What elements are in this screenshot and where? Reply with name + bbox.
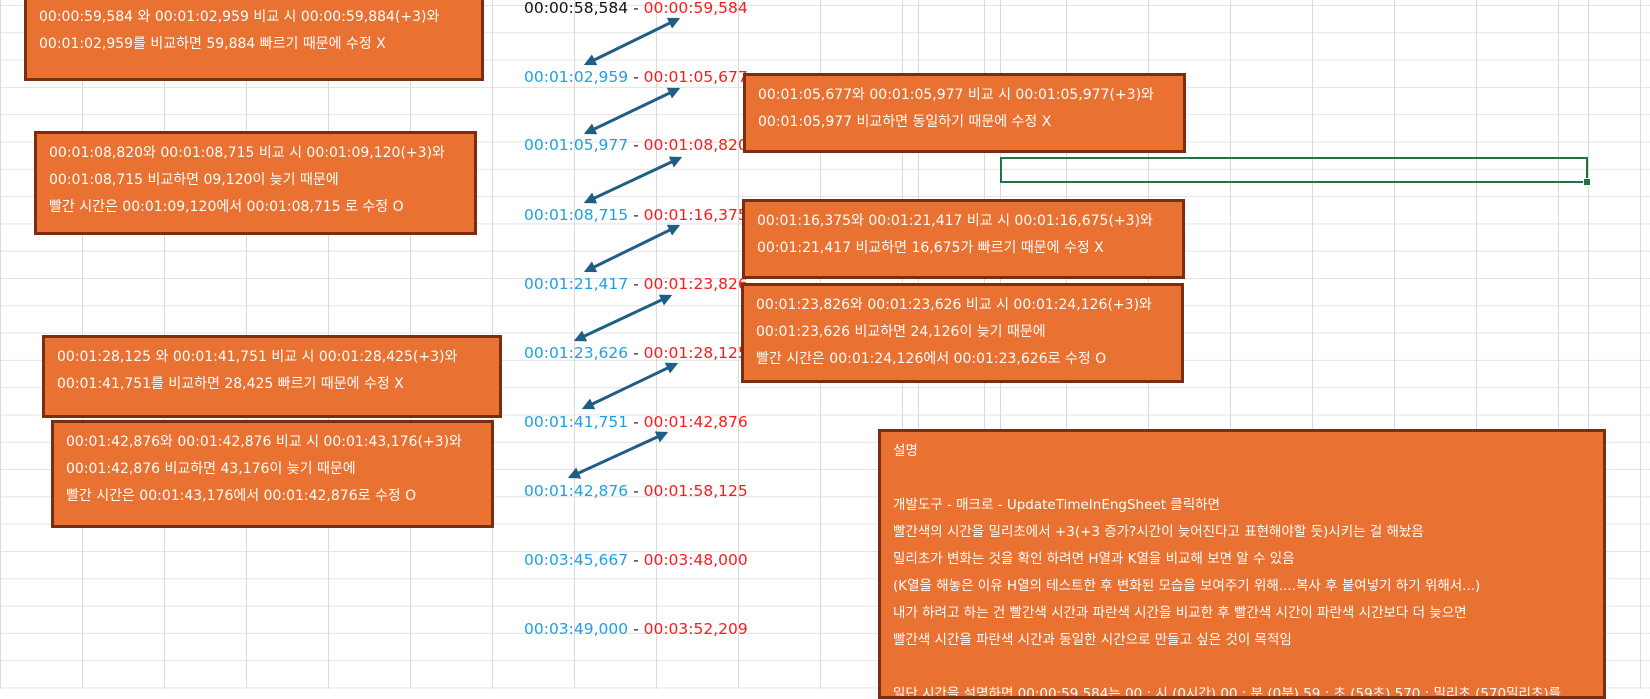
description-line: (K열을 해놓은 이유 H열의 테스트한 후 변화된 모습을 보여주기 위해..… <box>893 578 1481 594</box>
description-line: 일단 시간을 설명하면 00:00:59,584는 00 : 시 (0시간) 0… <box>893 686 1562 699</box>
description-line: 빨간색의 시간을 밀리초에서 +3(+3 증가?시간이 늦어진다고 표현해야할 … <box>893 524 1424 540</box>
note-line: 빨간 시간은 00:01:09,120에서 00:01:08,715 로 수정 … <box>49 199 404 215</box>
note-box-7[interactable]: 00:01:42,876와 00:01:42,876 비교 시 00:01:43… <box>51 420 494 528</box>
selected-cell[interactable] <box>1000 157 1588 183</box>
description-line: 밀리초가 변화는 것을 확인 하려면 H열과 K열을 비교해 보면 알 수 있음 <box>893 551 1295 567</box>
note-line: 00:01:41,751를 비교하면 28,425 빠르기 때문에 수정 X <box>57 376 404 392</box>
description-line <box>893 465 1591 492</box>
note-line: 00:01:05,977 비교하면 동일하기 때문에 수정 X <box>758 114 1052 130</box>
description-line: 빨간색 시간을 파란색 시간과 동일한 시간으로 만들고 싶은 것이 목적임 <box>893 632 1292 648</box>
note-line: 00:01:28,125 와 00:01:41,751 비교 시 00:01:2… <box>57 349 458 365</box>
note-line: 00:01:05,677와 00:01:05,977 비교 시 00:01:05… <box>758 87 1154 103</box>
note-box-2[interactable]: 00:01:05,677와 00:01:05,977 비교 시 00:01:05… <box>743 73 1186 153</box>
description-line: 개발도구 - 매크로 - UpdateTimeInEngSheet 클릭하면 <box>893 497 1220 513</box>
note-line: 00:01:08,820와 00:01:08,715 비교 시 00:01:09… <box>49 145 445 161</box>
note-box-4[interactable]: 00:01:16,375와 00:01:21,417 비교 시 00:01:16… <box>742 199 1185 279</box>
fill-handle[interactable] <box>1583 178 1591 186</box>
note-line: 00:01:42,876 비교하면 43,176이 늦기 때문에 <box>66 461 356 477</box>
description-line: 내가 하려고 하는 건 빨간색 시간과 파란색 시간을 비교한 후 빨간색 시간… <box>893 605 1467 621</box>
arrow[interactable] <box>583 17 681 66</box>
description-title: 설명 <box>893 443 918 459</box>
description-box[interactable]: 설명 개발도구 - 매크로 - UpdateTimeInEngSheet 클릭하… <box>878 429 1606 699</box>
note-line: 00:01:42,876와 00:01:42,876 비교 시 00:01:43… <box>66 434 462 450</box>
note-line: 00:01:21,417 비교하면 16,675가 빠르기 때문에 수정 X <box>757 240 1104 256</box>
note-line: 00:00:59,584 와 00:01:02,959 비교 시 00:00:5… <box>39 9 440 25</box>
note-line: 빨간 시간은 00:01:24,126에서 00:01:23,626로 수정 O <box>756 351 1107 367</box>
arrow[interactable] <box>583 87 681 135</box>
note-line: 빨간 시간은 00:01:43,176에서 00:01:42,876로 수정 O <box>66 488 417 504</box>
note-box-3[interactable]: 00:01:08,820와 00:01:08,715 비교 시 00:01:09… <box>34 131 477 235</box>
note-box-6[interactable]: 00:01:28,125 와 00:01:41,751 비교 시 00:01:2… <box>42 335 502 418</box>
arrow[interactable] <box>583 156 683 204</box>
note-box-5[interactable]: 00:01:23,826와 00:01:23,626 비교 시 00:01:24… <box>741 283 1184 383</box>
note-line: 00:01:02,959를 비교하면 59,884 빠르기 때문에 수정 X <box>39 36 386 52</box>
arrow[interactable] <box>583 224 681 273</box>
arrow[interactable] <box>573 294 673 342</box>
arrow[interactable] <box>567 431 669 479</box>
note-box-1[interactable]: 00:00:59,584 와 00:01:02,959 비교 시 00:00:5… <box>24 0 484 81</box>
note-line: 00:01:23,626 비교하면 24,126이 늦기 때문에 <box>756 324 1046 340</box>
arrow[interactable] <box>581 362 679 410</box>
note-line: 00:01:23,826와 00:01:23,626 비교 시 00:01:24… <box>756 297 1152 313</box>
note-line: 00:01:08,715 비교하면 09,120이 늦기 때문에 <box>49 172 339 188</box>
note-line: 00:01:16,375와 00:01:21,417 비교 시 00:01:16… <box>757 213 1153 229</box>
description-line <box>893 654 1591 681</box>
